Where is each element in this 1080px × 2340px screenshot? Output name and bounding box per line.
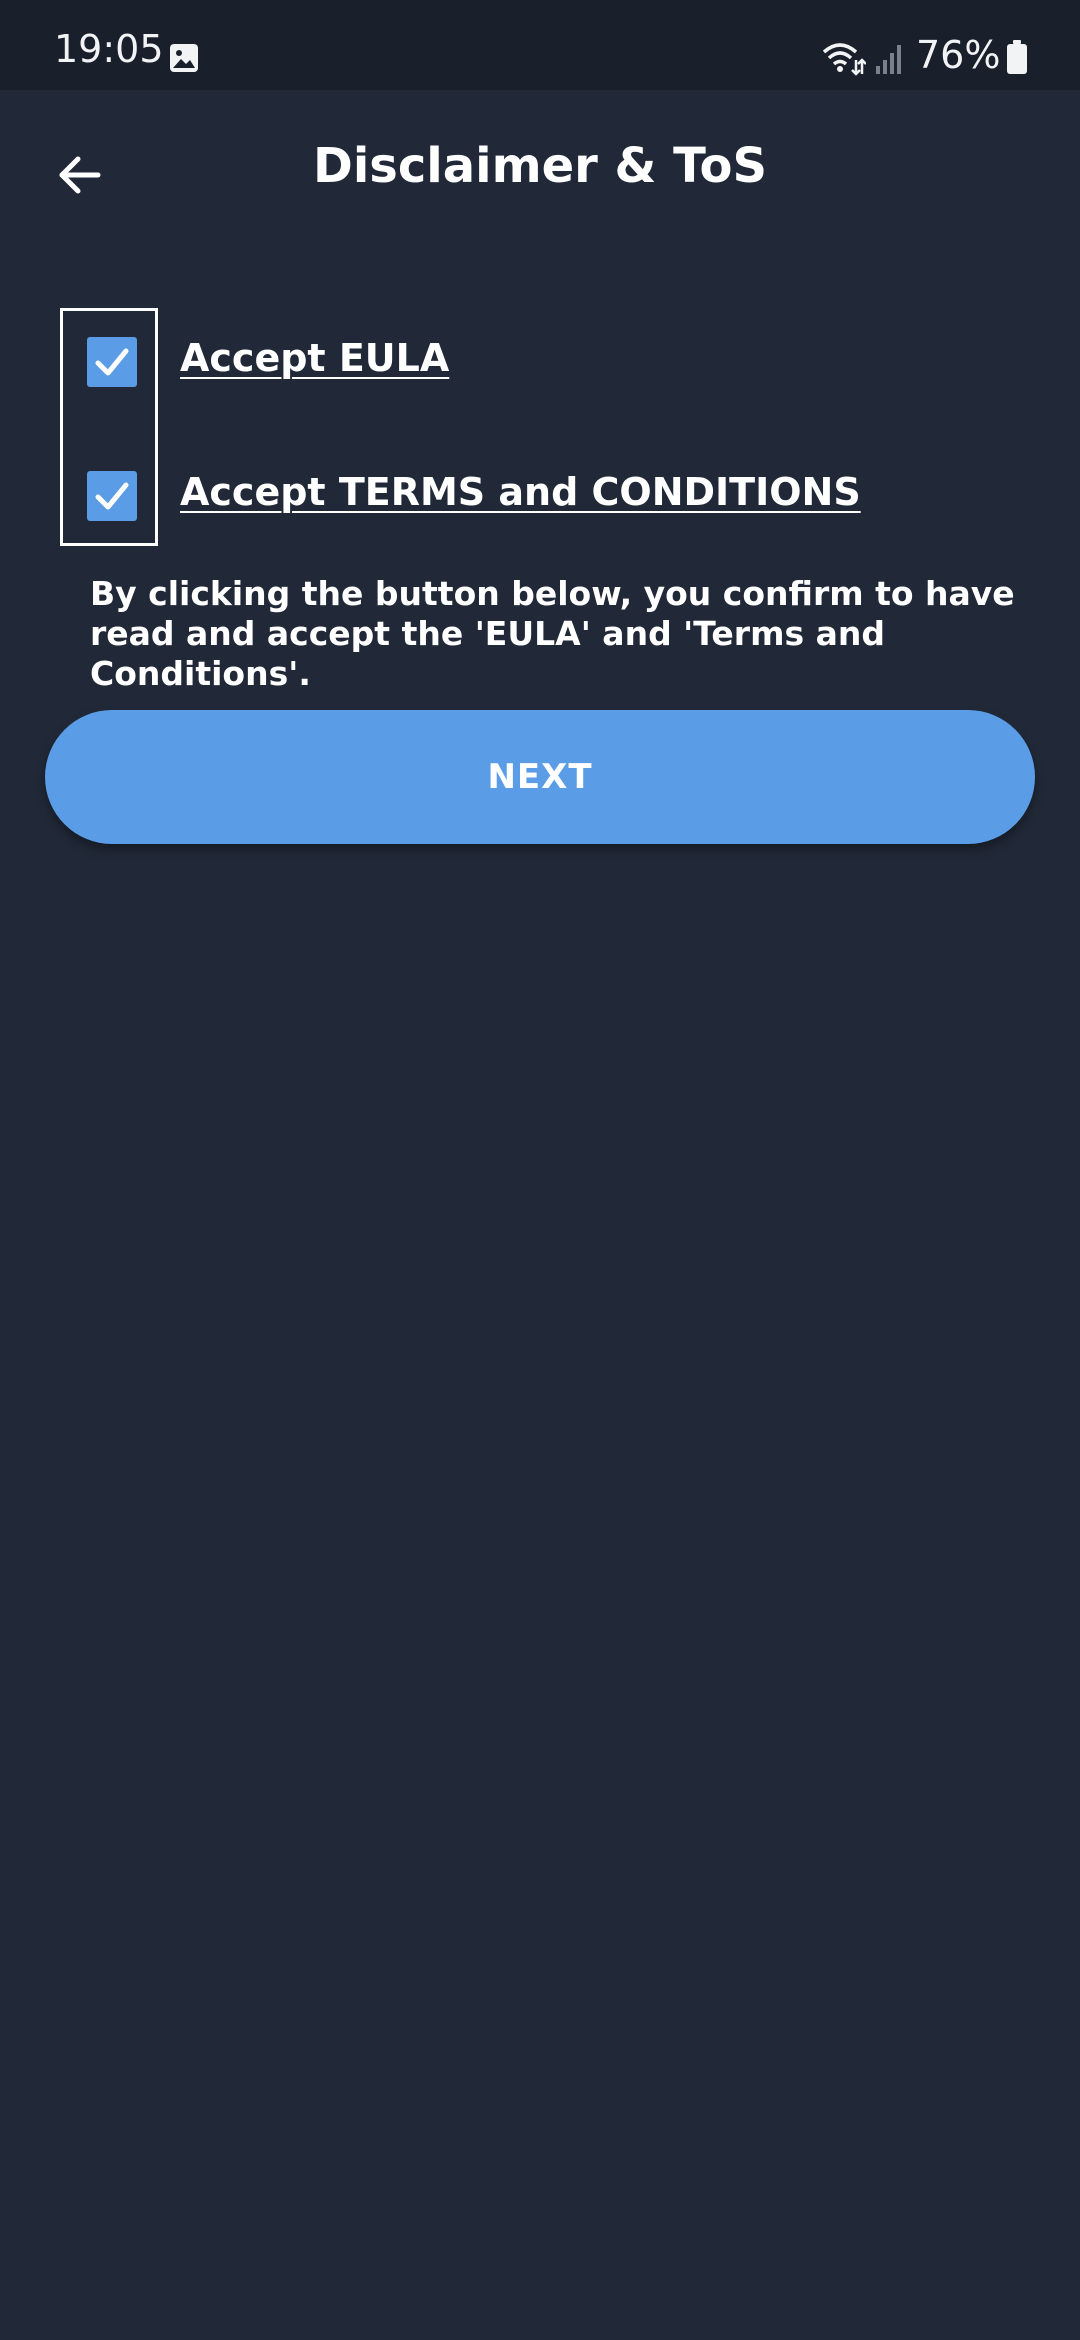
next-button[interactable]: NEXT [45,710,1035,844]
checkbox-group [60,308,158,546]
signal-icon [876,45,901,74]
terms-checkbox[interactable] [87,471,137,521]
battery-percent: 76% [916,33,1001,77]
status-time: 19:05 [54,27,164,71]
confirm-text: By clicking the button below, you confir… [90,574,1015,693]
checkmark-icon [95,482,129,510]
page-title: Disclaimer & ToS [312,138,768,194]
top-app-bar: Disclaimer & ToS [0,90,1080,250]
battery-icon [1007,40,1027,74]
eula-checkbox[interactable] [87,337,137,387]
checkmark-icon [95,348,129,376]
status-bar: 19:05 76% [0,0,1080,90]
terms-link[interactable]: Accept TERMS and CONDITIONS [180,470,861,516]
gallery-icon [170,44,198,72]
eula-link[interactable]: Accept EULA [180,336,449,382]
wifi-icon [822,43,866,76]
